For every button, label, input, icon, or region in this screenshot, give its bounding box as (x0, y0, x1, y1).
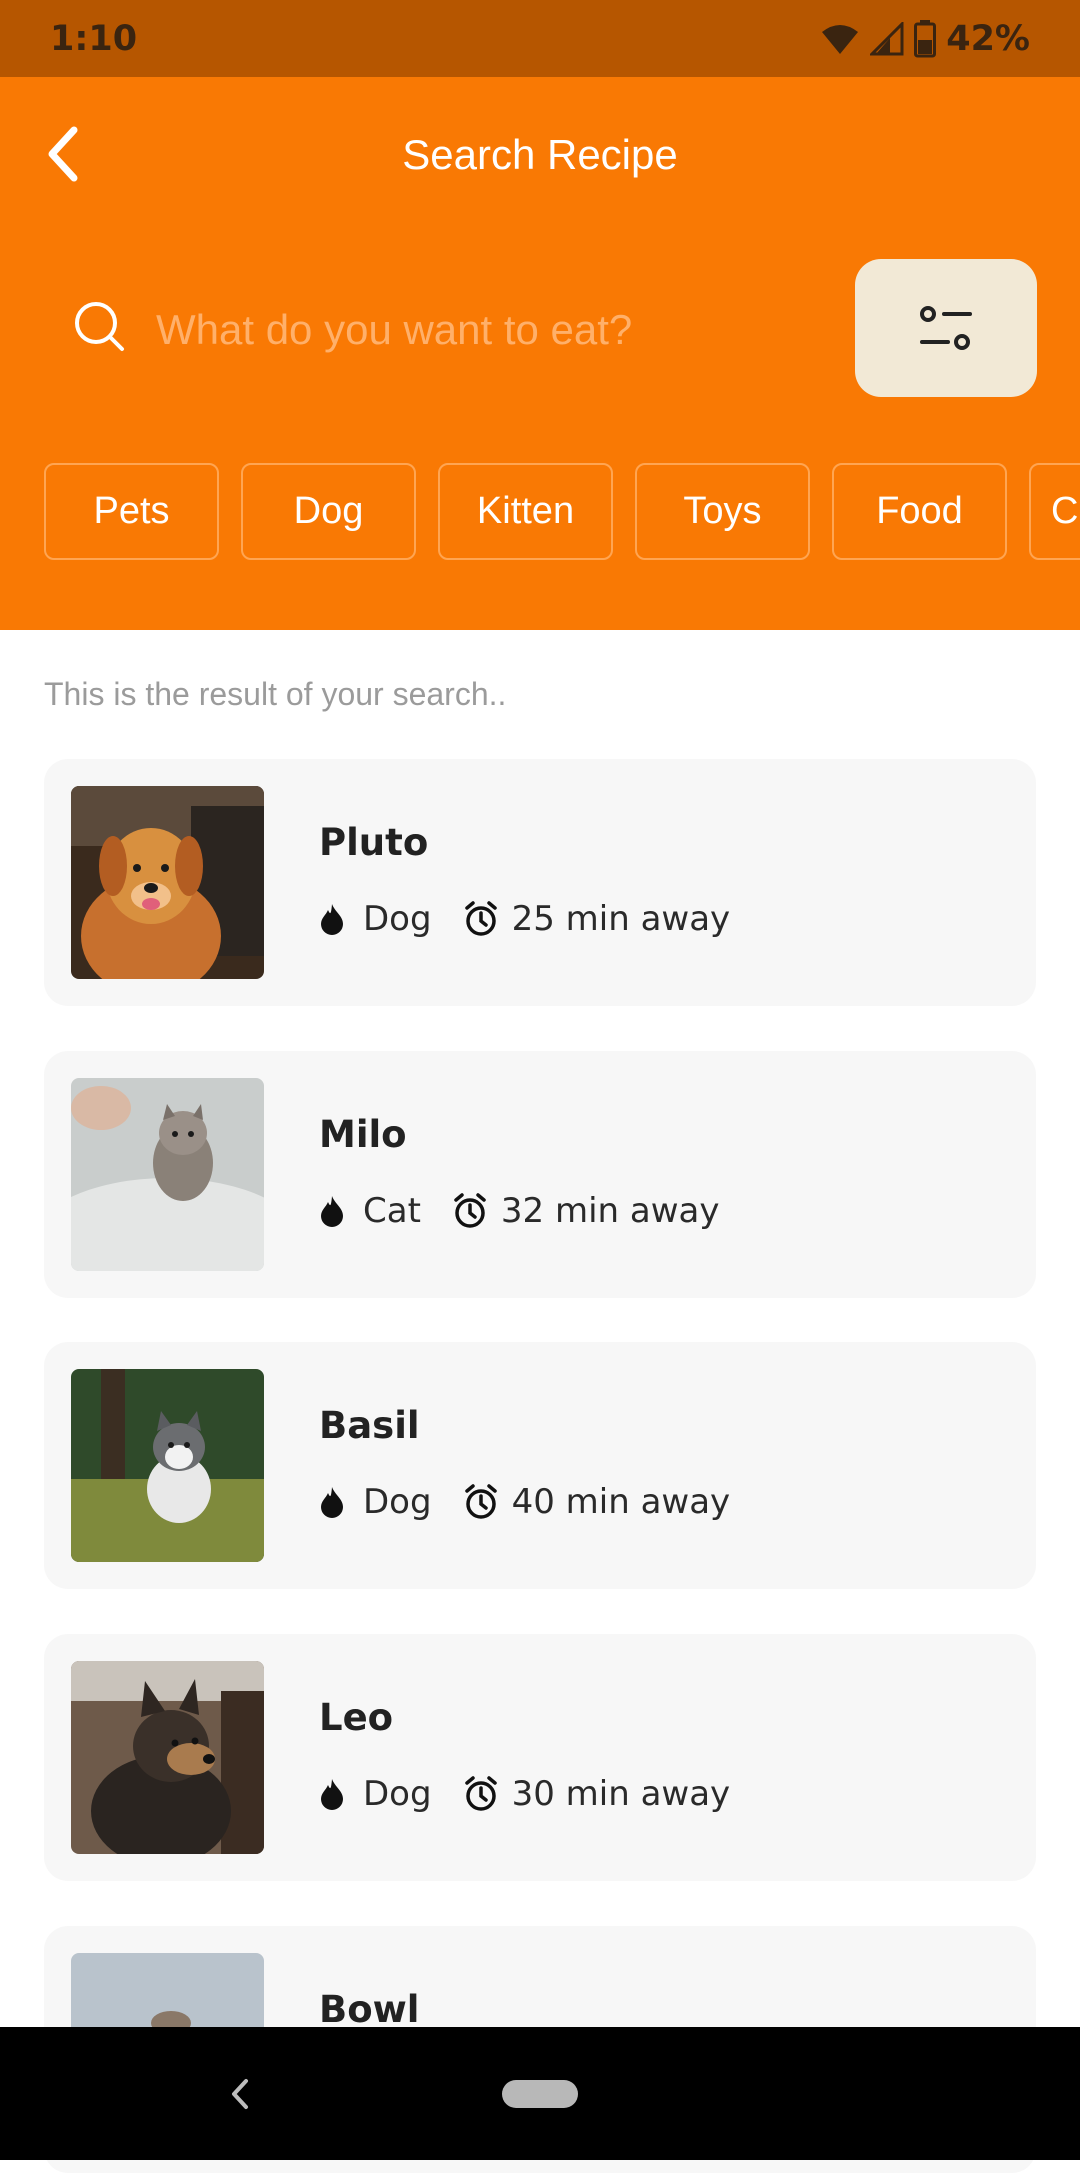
flame-icon (319, 902, 345, 936)
status-time: 1:10 (50, 18, 138, 59)
result-card[interactable]: Basil Dog 40 min away (44, 1342, 1036, 1589)
chip-toys[interactable]: Toys (635, 463, 810, 560)
pet-meta: Dog 30 min away (319, 1774, 730, 1814)
clock-icon (464, 901, 498, 937)
chip-partial[interactable]: C (1029, 463, 1080, 560)
chip-food[interactable]: Food (832, 463, 1007, 560)
flame-icon (319, 1485, 345, 1519)
flame-icon (319, 1194, 345, 1228)
pet-name: Bowl (319, 1988, 420, 2031)
status-bar: 1:10 42% (0, 0, 1080, 77)
result-caption: This is the result of your search.. (44, 676, 507, 712)
pet-type: Dog (363, 899, 432, 939)
chip-kitten[interactable]: Kitten (438, 463, 613, 560)
flame-icon (319, 1777, 345, 1811)
pet-distance: 40 min away (511, 1482, 731, 1522)
filter-sliders-icon (920, 306, 972, 350)
battery-percent: 42% (946, 18, 1030, 59)
page-title: Search Recipe (402, 131, 678, 178)
system-nav-bar (0, 2027, 1080, 2160)
pet-photo (71, 1369, 264, 1562)
result-card[interactable]: Milo Cat 32 min away (44, 1051, 1036, 1298)
pet-name: Milo (319, 1113, 407, 1156)
clock-icon (464, 1484, 498, 1520)
pet-photo (71, 786, 264, 979)
filter-button[interactable] (855, 259, 1037, 397)
pet-type: Dog (363, 1774, 432, 1814)
clock-icon (453, 1193, 487, 1229)
chip-dog[interactable]: Dog (241, 463, 416, 560)
pet-name: Basil (319, 1404, 420, 1447)
pet-name: Pluto (319, 821, 429, 864)
result-card[interactable]: Leo Dog 30 min away (44, 1634, 1036, 1881)
search-input[interactable] (154, 281, 778, 379)
pet-distance: 30 min away (511, 1774, 731, 1814)
clock-icon (464, 1776, 498, 1812)
search-header: Search Recipe Pets Dog Kitten Toys Food … (0, 77, 1080, 630)
signal-icon (870, 21, 904, 56)
pet-meta: Cat 32 min away (319, 1191, 720, 1231)
search-icon (72, 299, 128, 355)
pet-distance: 32 min away (500, 1191, 720, 1231)
wifi-icon (820, 22, 860, 56)
pet-name: Leo (319, 1696, 394, 1739)
status-icons: 42% (820, 19, 1030, 59)
chip-pets[interactable]: Pets (44, 463, 219, 560)
nav-home-pill[interactable] (502, 2080, 578, 2108)
pet-distance: 25 min away (511, 899, 731, 939)
pet-photo (71, 1661, 264, 1854)
pet-photo (71, 1078, 264, 1271)
pet-type: Dog (363, 1482, 432, 1522)
result-card[interactable]: Pluto Dog 25 min away (44, 759, 1036, 1006)
pet-type: Cat (363, 1191, 421, 1231)
category-chips: Pets Dog Kitten Toys Food C (44, 463, 1080, 563)
pet-meta: Dog 40 min away (319, 1482, 730, 1522)
pet-meta: Dog 25 min away (319, 899, 730, 939)
nav-back-icon[interactable] (224, 2071, 254, 2117)
battery-icon (914, 19, 937, 58)
